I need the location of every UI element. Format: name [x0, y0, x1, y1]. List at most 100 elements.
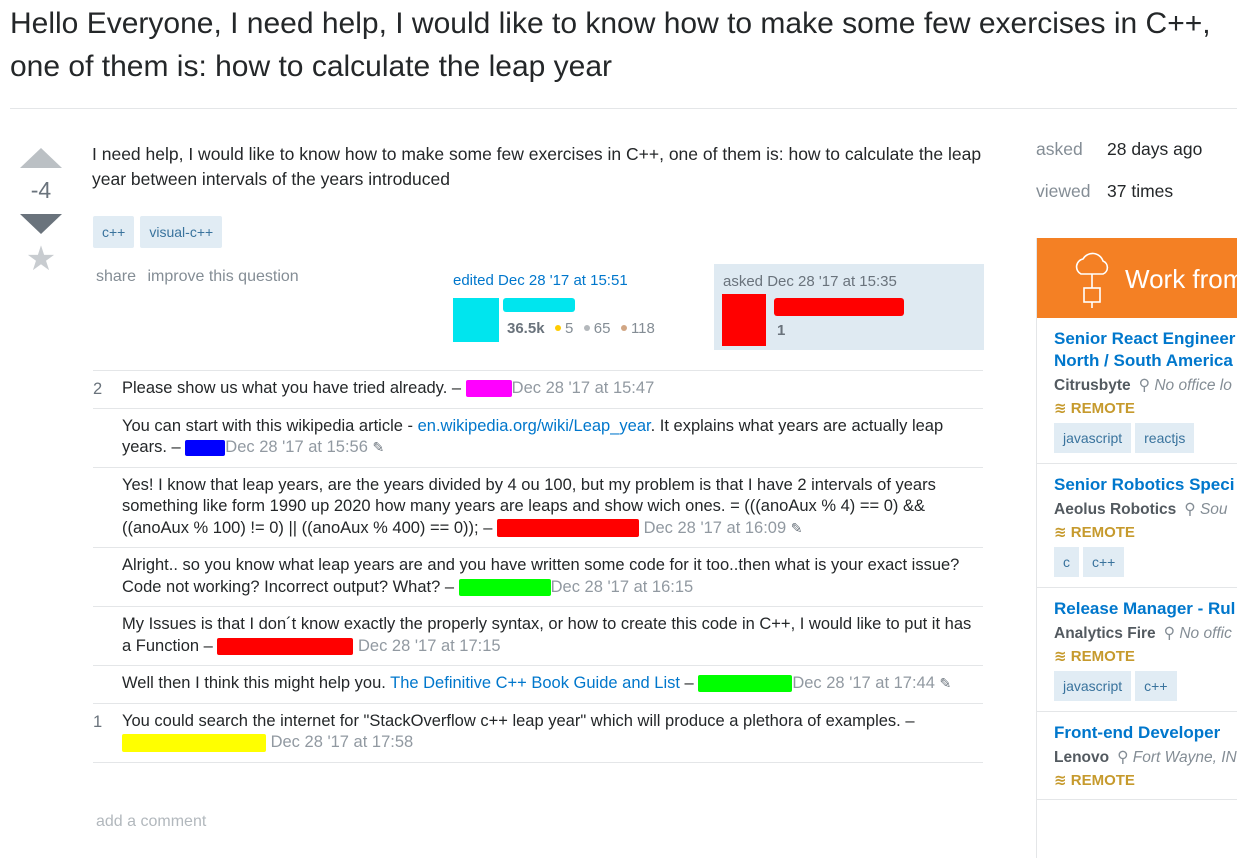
edited-pencil-icon: ✎	[790, 519, 803, 536]
job-company: Analytics Fire	[1054, 625, 1156, 642]
add-comment-link[interactable]: add a comment	[96, 813, 206, 831]
job-location: Fort Wayne, IN	[1132, 749, 1237, 766]
remote-label: REMOTE	[1070, 400, 1135, 417]
comment-date[interactable]: Dec 28 '17 at 16:15	[551, 578, 694, 596]
editor-avatar[interactable]	[453, 298, 499, 342]
job-company: Lenovo	[1054, 749, 1110, 766]
gold-badge-count: 5	[565, 320, 574, 337]
comment-user-redacted[interactable]	[122, 733, 266, 752]
viewed-value: 37 times	[1107, 181, 1174, 201]
job-title[interactable]: Senior React Engineer	[1054, 328, 1237, 350]
comment-score: 1	[93, 712, 103, 731]
jobs-widget: Work from Senior React Engineer North / …	[1036, 238, 1237, 858]
job-tag[interactable]: c++	[1135, 671, 1177, 701]
comment-date[interactable]: Dec 28 '17 at 17:44	[792, 674, 935, 692]
jobs-banner-text: Work from	[1125, 264, 1237, 294]
job-location: No office lo	[1154, 377, 1232, 394]
question-body: I need help, I would like to know how to…	[92, 144, 982, 189]
comment-text: –	[679, 674, 694, 692]
comment-text: You can start with this wikipedia articl…	[122, 416, 418, 435]
vote-column: -4 ★	[18, 148, 64, 276]
remote-label: REMOTE	[1070, 524, 1135, 541]
wifi-icon: ≋	[1054, 400, 1067, 417]
comments-list: 2 Please show us what you have tried alr…	[93, 370, 983, 763]
wifi-icon: ≋	[1054, 648, 1067, 665]
comment: 1 You could search the internet for "Sta…	[93, 704, 983, 763]
silver-badge-icon	[583, 324, 590, 331]
location-pin-icon: ⚲	[1138, 377, 1151, 394]
editor-reputation-row: 36.5k 5 65 118	[507, 320, 655, 338]
editor-signature: edited Dec 28 '17 at 15:51 36.5k 5 65 11…	[453, 272, 703, 342]
comment-user-redacted[interactable]	[496, 519, 639, 538]
silver-badge-count: 65	[593, 320, 611, 337]
comment: My Issues is that I don´t know exactly t…	[93, 607, 983, 666]
location-pin-icon: ⚲	[1163, 625, 1176, 642]
improve-question-link[interactable]: improve this question	[147, 268, 298, 285]
comment: Alright.. so you know what leap years ar…	[93, 548, 983, 607]
comment-text: Please show us what you have tried alrea…	[122, 379, 462, 397]
comment-user-redacted[interactable]	[185, 439, 226, 456]
question-stats: asked 28 days ago viewed 37 times	[1036, 128, 1202, 212]
upvote-arrow-icon[interactable]	[20, 148, 62, 168]
question-title[interactable]: Hello Everyone, I need help, I would lik…	[10, 2, 1235, 88]
bronze-badge-icon	[620, 324, 627, 331]
tag-cpp[interactable]: c++	[93, 216, 135, 248]
comment-date[interactable]: Dec 28 '17 at 17:15	[358, 637, 501, 655]
comment-date[interactable]: Dec 28 '17 at 15:47	[512, 379, 655, 397]
cloud-house-icon	[1075, 252, 1109, 308]
wifi-icon: ≋	[1054, 772, 1067, 789]
comment-date[interactable]: Dec 28 '17 at 16:09	[644, 519, 787, 537]
job-company: Citrusbyte	[1054, 377, 1131, 394]
comment: You can start with this wikipedia articl…	[93, 409, 983, 468]
edited-pencil-icon: ✎	[939, 675, 952, 691]
owner-avatar[interactable]	[722, 294, 766, 346]
asked-label: asked	[1036, 139, 1083, 159]
job-title-line2[interactable]: North / South America	[1054, 350, 1237, 372]
job-location: Sou	[1199, 501, 1228, 518]
job-listing[interactable]: Release Manager - Rul Analytics Fire ⚲ No…	[1037, 588, 1237, 712]
remote-label: REMOTE	[1070, 648, 1135, 665]
comment-user-redacted[interactable]	[465, 380, 512, 398]
comment-user-redacted[interactable]	[458, 578, 551, 596]
job-listing[interactable]: Senior Robotics Speci Aeolus Robotics ⚲ S…	[1037, 464, 1237, 588]
asked-timestamp[interactable]: asked Dec 28 '17 at 15:35	[723, 273, 897, 290]
job-tag[interactable]: c	[1054, 547, 1079, 577]
viewed-label: viewed	[1036, 181, 1091, 201]
bronze-badge-count: 118	[630, 320, 655, 337]
comment-user-redacted[interactable]	[698, 675, 793, 693]
edited-timestamp[interactable]: edited Dec 28 '17 at 15:51	[453, 272, 703, 289]
location-pin-icon: ⚲	[1184, 501, 1196, 518]
comment-date[interactable]: Dec 28 '17 at 15:56	[225, 438, 368, 456]
comment-date[interactable]: Dec 28 '17 at 17:58	[271, 733, 414, 751]
title-divider	[10, 108, 1237, 109]
owner-reputation: 1	[777, 322, 786, 339]
owner-name-redacted[interactable]	[774, 298, 904, 316]
comment-text: Well then I think this might help you.	[122, 674, 391, 692]
job-listing[interactable]: Senior React Engineer North / South Amer…	[1037, 318, 1237, 464]
job-tag[interactable]: javascript	[1054, 671, 1132, 701]
jobs-banner[interactable]: Work from	[1037, 238, 1237, 318]
comment-link[interactable]: The Definitive C++ Book Guide and List	[390, 674, 680, 692]
edited-pencil-icon: ✎	[372, 439, 385, 455]
location-pin-icon: ⚲	[1117, 749, 1129, 766]
comment-user-redacted[interactable]	[217, 637, 354, 655]
job-tag[interactable]: javascript	[1054, 423, 1132, 453]
job-title[interactable]: Senior Robotics Speci	[1054, 474, 1237, 496]
job-title[interactable]: Release Manager - Rul	[1054, 598, 1237, 620]
job-location: No offic	[1179, 625, 1232, 642]
job-tag[interactable]: c++	[1083, 547, 1125, 577]
asked-value[interactable]: 28 days ago	[1107, 139, 1202, 159]
tag-visual-cpp[interactable]: visual-c++	[140, 216, 223, 248]
share-link[interactable]: share	[96, 268, 136, 285]
comment: Yes! I know that leap years, are the yea…	[93, 468, 983, 548]
post-menu: share improve this question	[96, 268, 306, 286]
job-listing[interactable]: Front-end Developer Lenovo ⚲ Fort Wayne, …	[1037, 712, 1237, 800]
comment-link[interactable]: en.wikipedia.org/wiki/Leap_year	[418, 417, 651, 435]
job-tag[interactable]: reactjs	[1135, 423, 1195, 453]
job-title[interactable]: Front-end Developer	[1054, 722, 1237, 744]
comment-score: 2	[93, 380, 103, 398]
editor-name-redacted[interactable]	[503, 298, 575, 312]
favorite-star-icon[interactable]: ★	[18, 242, 64, 276]
downvote-arrow-icon[interactable]	[20, 214, 62, 234]
comment: 2 Please show us what you have tried alr…	[93, 371, 983, 409]
